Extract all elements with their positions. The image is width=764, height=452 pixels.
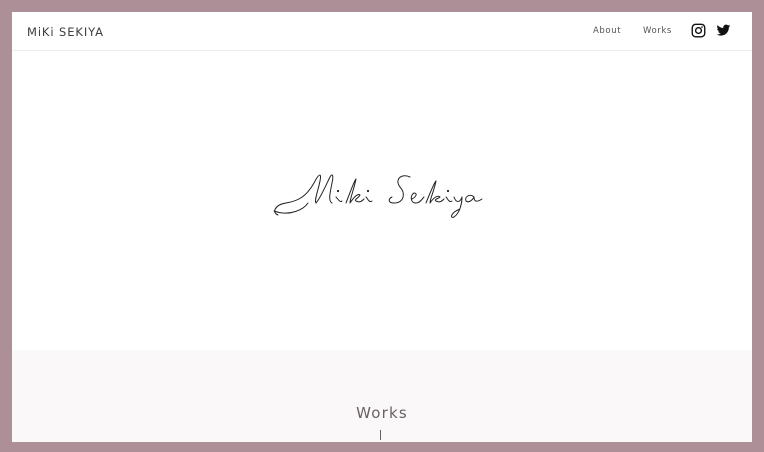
works-section: Works	[12, 350, 752, 442]
works-heading: Works	[356, 404, 408, 422]
instagram-icon[interactable]	[691, 23, 706, 38]
page-frame: MiKi SEKIYA About Works Works	[12, 12, 752, 442]
signature-logo	[273, 174, 483, 218]
hero-section	[12, 51, 752, 350]
nav-about[interactable]: About	[593, 26, 621, 36]
site-header: MiKi SEKIYA About Works	[12, 12, 752, 51]
site-logo[interactable]: MiKi SEKIYA	[27, 25, 104, 39]
twitter-icon[interactable]	[716, 23, 731, 38]
nav-works[interactable]: Works	[643, 26, 672, 36]
works-divider-line	[380, 430, 381, 440]
